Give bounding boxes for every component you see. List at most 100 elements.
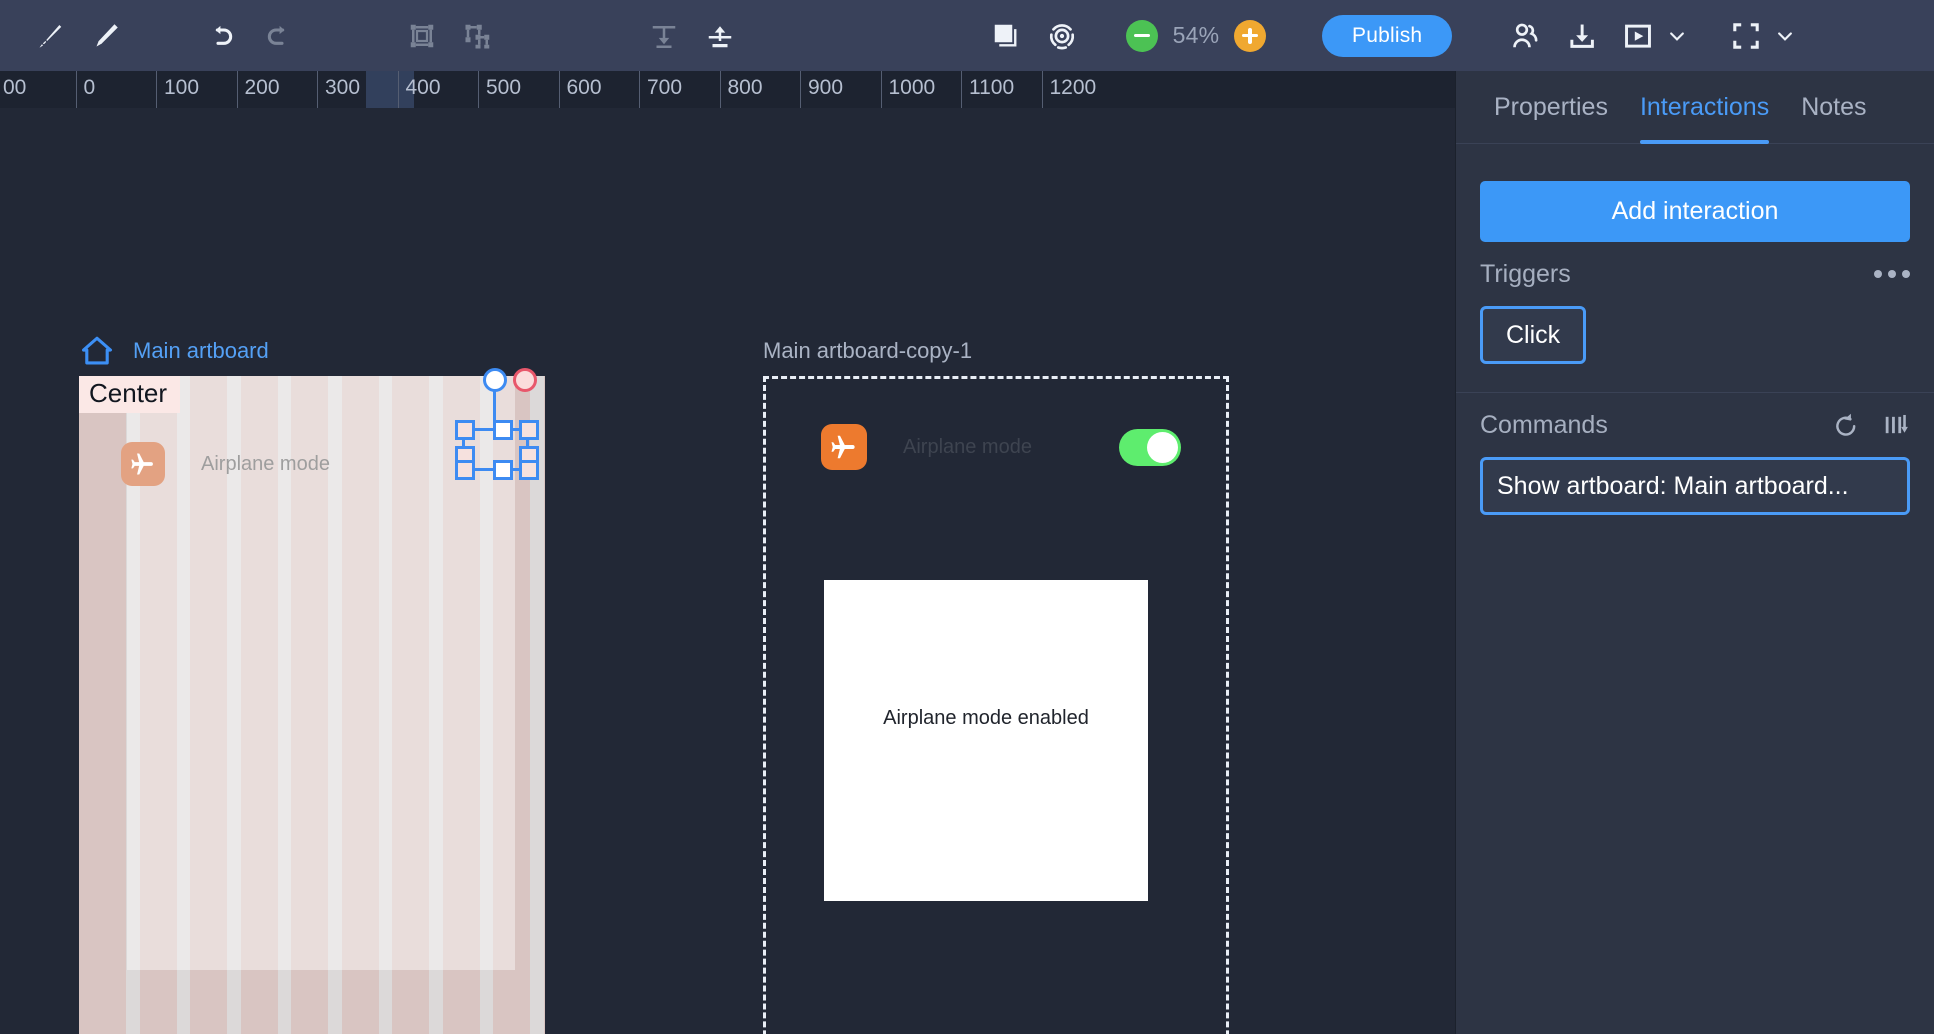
pencil-tool-button[interactable] (78, 8, 134, 64)
play-icon (1622, 20, 1654, 52)
download-button[interactable] (1554, 8, 1610, 64)
tab-interactions[interactable]: Interactions (1624, 71, 1785, 144)
ruler-tick: 00 (0, 71, 26, 108)
duplicate-icon (991, 21, 1021, 51)
resize-handle-top[interactable] (493, 420, 513, 440)
share-button[interactable] (1498, 8, 1554, 64)
group-button[interactable] (394, 8, 450, 64)
ruler-tick: 1200 (1042, 71, 1097, 108)
rotation-stem (493, 388, 496, 420)
ruler-tick: 400 (398, 71, 441, 108)
commands-section: Commands (1456, 393, 1934, 515)
grid-column (544, 376, 546, 1034)
ruler-tick: 500 (478, 71, 521, 108)
resize-handle-left[interactable] (455, 420, 475, 440)
delete-handle[interactable] (513, 368, 537, 392)
triggers-header-icons (1874, 270, 1910, 278)
airplane-mode-toggle[interactable] (1119, 429, 1181, 466)
handle-connector (475, 468, 493, 471)
target-icon (1046, 20, 1078, 52)
ruler-tick: 100 (156, 71, 199, 108)
plus-icon-v (1248, 28, 1251, 44)
artboard-label-main[interactable]: Main artboard (133, 338, 269, 364)
triggers-more-icon[interactable] (1874, 270, 1910, 278)
chevron-down-icon (1667, 26, 1687, 46)
airplane-enabled-text: Airplane mode enabled (883, 707, 1089, 730)
trigger-click-button[interactable]: Click (1480, 306, 1586, 364)
tab-properties[interactable]: Properties (1478, 71, 1624, 144)
commands-header-icons (1832, 411, 1910, 439)
airplane-icon-container (821, 424, 867, 470)
center-tag-label: Center (79, 376, 180, 413)
resize-handle-bottom-right[interactable] (519, 460, 539, 480)
resize-handle-bottom-left[interactable] (455, 460, 475, 480)
artboard-label-copy[interactable]: Main artboard-copy-1 (763, 338, 972, 364)
airplane-enabled-card[interactable]: Airplane mode enabled (824, 580, 1148, 901)
ruler-tick: 300 (317, 71, 360, 108)
airplane-mode-row-main[interactable]: Airplane mode (121, 442, 330, 486)
align-top-button[interactable] (692, 8, 748, 64)
zoom-out-button[interactable] (1126, 20, 1158, 52)
publish-button[interactable]: Publish (1322, 15, 1452, 57)
undo-button[interactable] (194, 8, 250, 64)
commands-reset-button[interactable] (1832, 411, 1860, 439)
resize-handle-right[interactable] (519, 420, 539, 440)
top-toolbar: 54% Publish (0, 0, 1934, 71)
ruler-tick: 200 (237, 71, 280, 108)
align-bottom-icon (649, 21, 679, 51)
triggers-section: Triggers Click (1456, 242, 1934, 392)
pen-tool-button[interactable] (22, 8, 78, 64)
ruler-tick: 700 (639, 71, 682, 108)
download-icon (1566, 20, 1598, 52)
redo-button[interactable] (250, 8, 306, 64)
align-bottom-button[interactable] (636, 8, 692, 64)
ruler-tick: 1100 (961, 71, 1014, 108)
ruler-tick: 900 (800, 71, 843, 108)
triggers-header: Triggers (1480, 242, 1910, 306)
ungroup-icon (463, 21, 493, 51)
interactions-panel-body: Add interaction Triggers Click Commands (1456, 181, 1934, 515)
toggle-knob (1147, 432, 1178, 463)
command-show-artboard[interactable]: Show artboard: Main artboard... (1480, 457, 1910, 515)
zoom-level-label: 54% (1158, 22, 1234, 49)
simulate-dropdown-button[interactable] (1666, 25, 1688, 47)
fullscreen-dropdown-button[interactable] (1774, 25, 1796, 47)
ungroup-button[interactable] (450, 8, 506, 64)
align-top-icon (705, 21, 735, 51)
ruler-tick: 800 (720, 71, 763, 108)
zoom-in-button[interactable] (1234, 20, 1266, 52)
minus-icon (1134, 34, 1150, 37)
fullscreen-icon (1730, 20, 1762, 52)
sort-icon (1882, 411, 1910, 439)
horizontal-ruler[interactable]: 0001002003004005006007008009001000110012… (0, 71, 1455, 108)
group-icon (407, 21, 437, 51)
pen-tool-icon (35, 21, 65, 51)
simulate-button[interactable] (1610, 8, 1666, 64)
resize-handle-bottom[interactable] (493, 460, 513, 480)
selection-handles[interactable] (455, 380, 537, 475)
right-panel: Properties Interactions Notes Add intera… (1455, 71, 1934, 1034)
commands-title: Commands (1480, 411, 1608, 440)
fullscreen-button[interactable] (1718, 8, 1774, 64)
grid-column (79, 376, 89, 1034)
ruler-tick: 600 (559, 71, 602, 108)
reset-arrow-icon (1832, 411, 1860, 439)
people-icon (1510, 20, 1542, 52)
undo-icon (206, 20, 238, 52)
duplicate-button[interactable] (978, 8, 1034, 64)
airplane-icon (129, 450, 157, 478)
commands-header: Commands (1480, 393, 1910, 457)
target-button[interactable] (1034, 8, 1090, 64)
rotation-handle[interactable] (483, 368, 507, 392)
airplane-mode-label-copy: Airplane mode (903, 436, 1119, 459)
airplane-mode-row-copy[interactable]: Airplane mode (821, 424, 1181, 470)
add-interaction-button[interactable]: Add interaction (1480, 181, 1910, 242)
tab-notes[interactable]: Notes (1785, 71, 1882, 144)
redo-icon (262, 20, 294, 52)
triggers-title: Triggers (1480, 260, 1571, 289)
airplane-mode-label-main: Airplane mode (201, 453, 330, 476)
commands-sort-button[interactable] (1882, 411, 1910, 439)
design-canvas[interactable]: Main artboard Main artboard-copy-1 Cente… (0, 108, 1455, 1034)
artboard-copy[interactable]: Airplane mode Airplane mode enabled (763, 376, 1229, 1034)
app-root: 54% Publish (0, 0, 1934, 1034)
